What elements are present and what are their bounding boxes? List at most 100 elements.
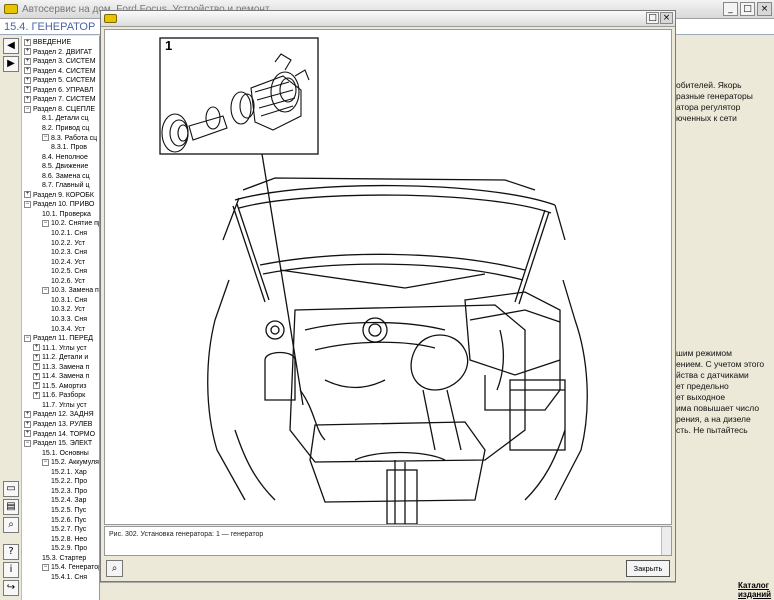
expand-icon[interactable]: + (24, 38, 31, 46)
tree-item[interactable]: 15.2.4. Зар (51, 496, 86, 506)
tree-item[interactable]: 8.2. Привод сц (42, 124, 89, 134)
tree-item[interactable]: + Раздел 9. КОРОБК (24, 191, 94, 201)
tree-item[interactable]: + ВВЕДЕНИЕ (24, 38, 71, 48)
tree-item[interactable]: + Раздел 4. СИСТЕМ (24, 67, 96, 77)
tree-item[interactable]: +11.2. Детали и (33, 353, 88, 363)
tree-item[interactable]: +11.3. Замена п (33, 363, 89, 373)
print-icon[interactable]: ▤ (3, 499, 19, 515)
tree-item[interactable]: + Раздел 6. УПРАВЛ (24, 86, 93, 96)
exit-icon[interactable]: ↪ (3, 580, 19, 596)
expand-icon[interactable]: + (33, 372, 40, 380)
tree-item[interactable]: + Раздел 7. СИСТЕМ (24, 95, 96, 105)
tree-item[interactable]: +11.6. Разборк (33, 391, 85, 401)
tree-item[interactable]: 15.2.6. Пус (51, 516, 86, 526)
tree-item[interactable]: 15.2.2. Про (51, 477, 87, 487)
tree-item[interactable]: 10.3.2. Уст (51, 305, 85, 315)
close-icon[interactable]: × (757, 2, 772, 16)
expand-icon[interactable]: + (33, 363, 40, 371)
tree-item[interactable]: 10.2.2. Уст (51, 239, 85, 249)
collapse-icon[interactable]: − (24, 201, 31, 208)
expand-icon[interactable]: + (33, 382, 40, 390)
collapse-icon[interactable]: − (42, 458, 49, 466)
tree-item[interactable]: −15.2. Аккумуля (42, 458, 99, 468)
expand-icon[interactable]: + (33, 344, 40, 352)
tree-item[interactable]: 15.2.9. Про (51, 544, 87, 554)
tree-item[interactable]: −10.2. Снятие пр (42, 219, 99, 229)
tree-item[interactable]: − Раздел 8. СЦЕПЛЕ (24, 105, 95, 115)
forward-arrow-icon[interactable]: ▶ (3, 56, 19, 72)
tree-item[interactable]: +11.1. Углы уст (33, 344, 87, 354)
contents-tree[interactable]: + ВВЕДЕНИЕ + Раздел 2. ДВИГАТ + Раздел 3. СИС… (22, 36, 100, 600)
help-icon[interactable]: ? (3, 544, 19, 560)
collapse-icon[interactable]: − (24, 439, 31, 447)
collapse-icon[interactable]: − (42, 563, 49, 571)
tree-item[interactable]: 10.1. Проверка (42, 210, 91, 220)
tree-item[interactable]: +11.5. Амортиз (33, 382, 86, 392)
info-icon[interactable]: i (3, 562, 19, 578)
tree-item[interactable]: − Раздел 15. ЭЛЕКТ (24, 439, 92, 449)
catalog-link[interactable]: Каталог изданий (738, 581, 771, 599)
tree-item[interactable]: −10.3. Замена пр (42, 286, 99, 296)
expand-icon[interactable]: + (33, 353, 40, 361)
tree-item[interactable]: + Раздел 13. РУЛЕВ (24, 420, 92, 430)
collapse-icon[interactable]: − (42, 134, 49, 142)
tree-item[interactable]: 15.4.1. Сня (51, 573, 87, 583)
minimize-icon[interactable]: _ (723, 2, 738, 16)
tree-item[interactable]: 10.2.3. Сня (51, 248, 87, 258)
tree-item[interactable]: + Раздел 5. СИСТЕМ (24, 76, 96, 86)
tree-item[interactable]: 8.4. Неполное (42, 153, 88, 163)
caption-scrollbar[interactable] (661, 527, 671, 555)
collapse-icon[interactable]: − (24, 334, 31, 342)
tree-item[interactable]: 8.5. Движение (42, 162, 88, 172)
tree-item[interactable]: 15.3. Стартер (42, 554, 86, 564)
tree-item[interactable]: 15.2.5. Пус (51, 506, 86, 516)
tree-item[interactable]: 11.7. Углы уст (42, 401, 87, 411)
tree-item[interactable]: 10.2.6. Уст (51, 277, 85, 287)
collapse-icon[interactable]: − (24, 105, 31, 113)
collapse-icon[interactable]: − (42, 286, 49, 294)
tree-item[interactable]: 15.1. Основны (42, 449, 89, 459)
tree-item[interactable]: 15.2.7. Пус (51, 525, 86, 535)
expand-icon[interactable]: + (24, 57, 31, 65)
expand-icon[interactable]: + (24, 76, 31, 84)
collapse-icon[interactable]: − (42, 220, 49, 228)
tree-item[interactable]: 8.1. Детали сц (42, 114, 89, 124)
zoom-icon[interactable]: ⌕ (3, 517, 19, 533)
expand-icon[interactable]: + (24, 191, 31, 199)
tree-item[interactable]: 15.2.8. Нео (51, 535, 87, 545)
tree-item[interactable]: 10.2.4. Уст (51, 258, 85, 268)
zoom-button[interactable]: ⌕ (106, 560, 123, 577)
expand-icon[interactable]: + (24, 67, 31, 75)
tree-item[interactable]: − Раздел 11. ПЕРЕД (24, 334, 93, 344)
close-icon[interactable]: × (660, 12, 673, 24)
tree-item[interactable]: 10.2.5. Сня (51, 267, 87, 277)
tree-item[interactable]: + Раздел 12. ЗАДНЯ (24, 410, 94, 420)
print-preview-icon[interactable]: ▭ (3, 481, 19, 497)
expand-icon[interactable]: + (24, 86, 31, 94)
catalog-link-line[interactable]: изданий (738, 590, 771, 599)
expand-icon[interactable]: + (24, 420, 31, 428)
tree-item[interactable]: 10.3.1. Сня (51, 296, 87, 306)
tree-item[interactable]: + Раздел 14. ТОРМО (24, 430, 95, 440)
tree-item[interactable]: 8.7. Главный ц (42, 181, 89, 191)
close-button[interactable]: Закрыть (626, 560, 670, 577)
tree-item[interactable]: 8.3.1. Пров (51, 143, 87, 153)
tree-item[interactable]: 10.3.3. Сня (51, 315, 87, 325)
tree-item[interactable]: 15.2.1. Хар (51, 468, 87, 478)
catalog-link-line[interactable]: Каталог (738, 581, 771, 590)
tree-item[interactable]: 8.6. Замена сц (42, 172, 90, 182)
tree-item[interactable]: + Раздел 2. ДВИГАТ (24, 48, 92, 58)
tree-item[interactable]: 10.3.4. Уст (51, 325, 85, 335)
tree-item[interactable]: 10.2.1. Сня (51, 229, 87, 239)
expand-icon[interactable]: + (24, 411, 31, 419)
expand-icon[interactable]: + (24, 48, 31, 56)
expand-icon[interactable]: + (24, 430, 31, 438)
tree-item[interactable]: +11.4. Замена п (33, 372, 89, 382)
maximize-icon[interactable]: □ (740, 2, 755, 16)
tree-item[interactable]: − Раздел 10. ПРИВО (24, 200, 94, 210)
maximize-icon[interactable]: □ (646, 12, 659, 24)
back-arrow-icon[interactable]: ◀ (3, 38, 19, 54)
tree-item[interactable]: + Раздел 3. СИСТЕМ (24, 57, 96, 67)
tree-item[interactable]: −15.4. Генератор (42, 563, 99, 573)
tree-item[interactable]: −8.3. Работа сц (42, 134, 97, 144)
